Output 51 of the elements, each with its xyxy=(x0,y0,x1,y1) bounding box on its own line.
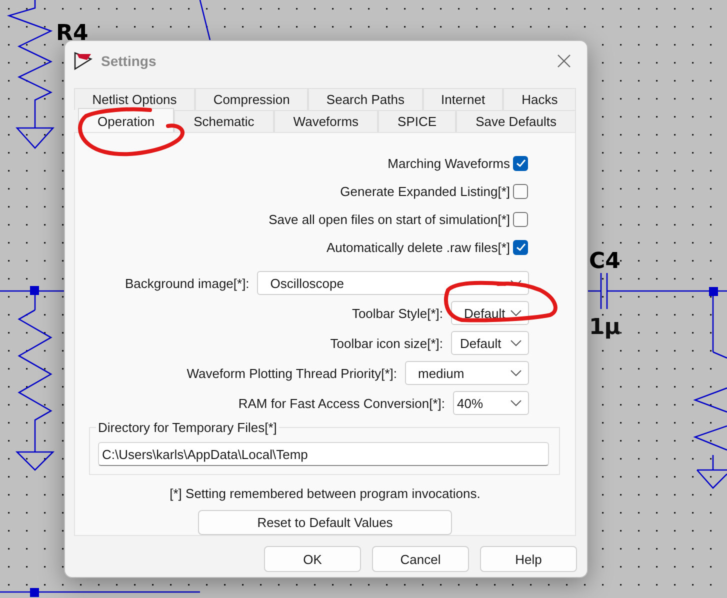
chevron-down-icon xyxy=(510,309,522,317)
checkbox[interactable] xyxy=(513,184,528,198)
dialog-button[interactable]: OK xyxy=(264,546,361,572)
component-label: C4 xyxy=(589,249,620,274)
tab[interactable]: SPICE xyxy=(378,110,456,132)
tab[interactable]: Netlist Options xyxy=(74,88,196,110)
chevron-down-icon xyxy=(510,369,522,377)
tab[interactable]: Waveforms xyxy=(274,110,378,132)
dropdown[interactable]: Oscilloscope xyxy=(257,271,529,295)
chevron-down-icon xyxy=(510,399,522,407)
checkmark-icon xyxy=(514,157,526,169)
dropdown[interactable]: 40% xyxy=(453,391,529,415)
dialog-button[interactable]: Cancel xyxy=(372,546,469,572)
tab[interactable]: Internet xyxy=(422,88,504,110)
dropdown-label: Toolbar icon size[*]: xyxy=(330,336,443,350)
tab[interactable]: Schematic xyxy=(174,110,274,132)
wire xyxy=(199,0,211,40)
checkbox-label: Marching Waveforms xyxy=(388,156,510,170)
reset-button[interactable]: Reset to Default Values xyxy=(198,510,452,535)
close-icon[interactable] xyxy=(557,54,571,68)
dropdown[interactable]: Default xyxy=(451,331,529,355)
checkbox[interactable] xyxy=(513,156,528,170)
checkbox-label: Automatically delete .raw files[*] xyxy=(326,240,510,254)
dropdown-label: Waveform Plotting Thread Priority[*]: xyxy=(186,366,397,380)
wire xyxy=(0,290,65,311)
dropdown-label: Toolbar Style[*]: xyxy=(352,306,443,320)
checkbox-label: Save all open files on start of simulation[*] xyxy=(268,212,510,226)
dropdown-label: Background image[*]: xyxy=(125,276,250,290)
component-label: R4 xyxy=(56,21,88,46)
app-logo-icon xyxy=(73,51,93,71)
ground-symbol xyxy=(16,127,54,149)
group-label: Directory for Temporary Files[*] xyxy=(96,420,279,435)
tab[interactable]: Hacks xyxy=(503,88,576,110)
tab[interactable]: Search Paths xyxy=(308,88,423,110)
checkbox[interactable] xyxy=(513,240,528,254)
window-title: Settings xyxy=(101,53,158,69)
checkmark-icon xyxy=(514,241,526,253)
dropdown[interactable]: medium xyxy=(405,361,529,385)
note-text: [*] Setting remembered between program invocations. xyxy=(168,486,482,501)
checkbox-label: Generate Expanded Listing[*] xyxy=(340,184,510,198)
tab[interactable]: Save Defaults xyxy=(456,110,576,132)
ground-symbol xyxy=(15,451,55,471)
ground-symbol xyxy=(696,469,727,489)
dropdown-label: RAM for Fast Access Conversion[*]: xyxy=(238,396,445,410)
tab[interactable]: Compression xyxy=(195,88,308,110)
directory-field[interactable]: C:\Users\karls\AppData\Local\Temp xyxy=(98,442,549,466)
dialog-button[interactable]: Help xyxy=(480,546,577,572)
checkbox[interactable] xyxy=(513,212,528,226)
chevron-down-icon xyxy=(510,339,522,347)
capacitor-symbol xyxy=(600,272,608,310)
component-label: 1µ xyxy=(589,315,620,340)
